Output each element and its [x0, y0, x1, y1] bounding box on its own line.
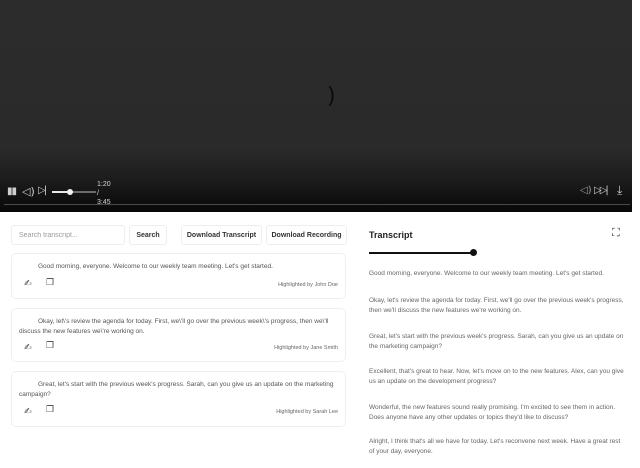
volume-slider-knob[interactable] [67, 189, 74, 195]
volume-slider[interactable] [52, 189, 96, 195]
highlight-text: Okay, let\'s review the agenda for today… [19, 318, 329, 335]
volume-icon[interactable]: ◁) [22, 186, 35, 197]
transcript-line[interactable]: Wonderful, the new features sound really… [369, 403, 627, 423]
highlight-text: Great, let's start with the previous wee… [19, 381, 334, 398]
time-display: 1:20 / 3:45 [97, 180, 117, 207]
loading-spinner-icon: ) [327, 84, 336, 109]
video-player[interactable]: ) ▮▮ ◁) ▷| 1:20 / 3:45 ◁) ▷▷| ⤓ [0, 0, 632, 212]
highlight-credit: Highlighted by Jane Smith [274, 345, 338, 351]
pen-icon[interactable]: ✍ [24, 408, 32, 417]
pause-icon[interactable]: ▮▮ [7, 187, 17, 197]
download-icon[interactable]: ⤓ [617, 184, 622, 196]
highlight-card: Great, let's start with the previous wee… [11, 371, 346, 427]
transcript-line[interactable]: Okay, let's review the agenda for today.… [369, 296, 627, 316]
note-icon[interactable]: ❐ [46, 342, 54, 351]
transcript-title: Transcript [369, 230, 413, 240]
highlight-card: Good morning, everyone. Welcome to our w… [11, 253, 346, 299]
transcript-line[interactable]: Alright, I think that's all we have for … [369, 437, 627, 457]
highlight-card: Okay, let\'s review the agenda for today… [11, 308, 346, 362]
pen-icon[interactable]: ✍ [24, 344, 32, 353]
download-transcript-button[interactable]: Download Transcript [181, 225, 262, 245]
search-input[interactable] [11, 225, 125, 245]
note-icon[interactable]: ❐ [46, 406, 54, 415]
note-icon[interactable]: ❐ [46, 279, 54, 288]
skip-next-icon[interactable]: ▷| [38, 186, 47, 196]
transcript-line[interactable]: Excellent, that's great to hear. Now, le… [369, 367, 627, 387]
download-recording-button[interactable]: Download Recording [266, 225, 347, 245]
playback-progress-bar[interactable] [4, 204, 630, 205]
fullscreen-icon[interactable]: ⛶ [612, 227, 620, 238]
skip-next-icon-right[interactable]: ▷▷| [594, 186, 609, 196]
highlight-credit: Highlighted by John Doe [278, 282, 338, 288]
search-button[interactable]: Search [129, 225, 167, 245]
transcript-slider-knob[interactable] [470, 249, 477, 256]
pen-icon[interactable]: ✍ [24, 280, 32, 289]
time-separator: / [97, 190, 99, 197]
transcript-position-slider[interactable] [369, 252, 473, 254]
highlight-text: Good morning, everyone. Welcome to our w… [38, 263, 273, 270]
transcript-line[interactable]: Great, let's start with the previous wee… [369, 332, 627, 352]
current-time: 1:20 [97, 181, 111, 188]
transcript-line[interactable]: Good morning, everyone. Welcome to our w… [369, 269, 627, 279]
highlight-credit: Highlighted by Sarah Lee [276, 409, 338, 415]
total-time: 3:45 [97, 199, 111, 206]
speaker-icon[interactable]: ◁) [580, 186, 592, 196]
